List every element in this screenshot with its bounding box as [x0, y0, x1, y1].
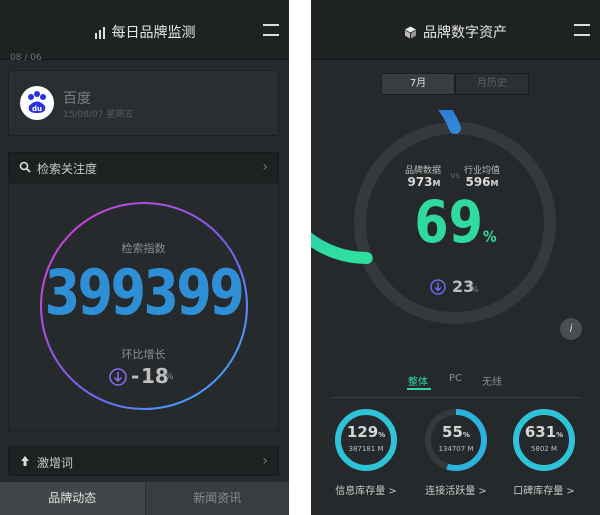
search-attention-section[interactable]: 检索关注度 ›	[8, 152, 279, 182]
growth-readout: - 18 %	[109, 364, 189, 390]
top-bar: 每日品牌监测	[0, 0, 289, 60]
menu-icon[interactable]	[574, 24, 590, 36]
top-bar: 品牌数字资产	[311, 0, 600, 60]
page-title: 每日品牌监测	[0, 22, 289, 42]
mini-caption[interactable]: 信息库存量 >	[321, 482, 411, 497]
industry-avg-value: 596M	[465, 175, 499, 189]
page-title: 品牌数字资产	[311, 22, 600, 42]
divider	[331, 397, 581, 398]
arrow-down-circle-icon	[109, 368, 127, 386]
growth-sign: -	[131, 364, 140, 388]
device-tab-indicator	[407, 388, 431, 390]
mini-sub: 5802 M	[530, 445, 558, 453]
mini-stat[interactable]: 631% 5802 M	[510, 406, 578, 474]
main-pct-unit: %	[482, 227, 497, 246]
bottom-tab-bar: 品牌动态 新闻资讯	[0, 482, 289, 515]
mom-growth-label: 环比增长	[121, 348, 166, 361]
chevron-right-icon: ›	[262, 453, 268, 469]
brand-assets-screen: 品牌数字资产 7月 月历史 品牌数据 973M VS 行业均值 596M 69%…	[311, 0, 600, 515]
brand-monitor-screen: 每日品牌监测 08 / 06 du 百度 15/08/07 星期五 检索关注度 …	[0, 0, 289, 515]
menu-icon[interactable]	[263, 24, 279, 36]
mini-pct: 55%	[442, 423, 470, 441]
brand-card[interactable]: du 百度 15/08/07 星期五	[8, 70, 279, 136]
mini-caption[interactable]: 连接活跃量 >	[411, 482, 501, 497]
search-index-label: 检索指数	[121, 242, 166, 255]
cube-icon	[405, 26, 416, 39]
main-pct-value: 69	[414, 188, 483, 256]
device-tab-pc[interactable]: PC	[449, 373, 462, 384]
chevron-right-icon: ›	[262, 159, 268, 175]
arrow-up-icon	[21, 456, 29, 466]
device-tab-all[interactable]: 整体	[408, 373, 428, 388]
brand-date: 15/08/07 星期五	[63, 107, 133, 120]
search-index-card: 检索指数 399399 环比增长 - 18 %	[8, 183, 279, 431]
mini-pct: 129%	[346, 423, 386, 441]
main-percentage: 69%	[333, 188, 579, 256]
search-attention-label: 检索关注度	[37, 162, 98, 176]
brand-date-value: 15/08/07	[63, 110, 104, 120]
brand-data-value: 973M	[407, 175, 441, 189]
device-tab-mobile[interactable]: 无线	[482, 373, 502, 388]
surge-words-label: 激增词	[37, 456, 74, 470]
baidu-logo: du	[20, 86, 54, 120]
search-index-value: 399399	[44, 256, 245, 329]
logo-text: du	[32, 105, 42, 113]
sub-pct-readout: 23 %	[427, 276, 487, 298]
vs-label: VS	[450, 172, 460, 180]
page-title-text: 品牌数字资产	[423, 25, 507, 41]
page-title-text: 每日品牌监测	[111, 25, 196, 41]
tab-brand-news[interactable]: 品牌动态	[0, 482, 145, 515]
growth-unit: %	[165, 372, 174, 382]
mini-stat[interactable]: 55% 134707 M	[422, 406, 490, 474]
search-icon	[19, 161, 31, 173]
surge-words-section[interactable]: 激增词 ›	[8, 446, 279, 476]
segment-month[interactable]: 7月	[381, 73, 455, 95]
mini-sub: 387181 M	[348, 445, 384, 453]
mini-stat[interactable]: 129% 387181 M	[332, 406, 400, 474]
bar-chart-icon	[94, 27, 105, 39]
segment-history[interactable]: 月历史	[455, 73, 529, 95]
mini-pct: 631%	[524, 423, 564, 441]
date-strip: 08 / 06	[10, 53, 42, 63]
brand-name: 百度	[63, 91, 91, 107]
tab-news-info[interactable]: 新闻资讯	[144, 482, 290, 515]
mini-caption[interactable]: 口碑库存量 >	[499, 482, 589, 497]
brand-weekday: 星期五	[106, 110, 134, 120]
mini-sub: 134707 M	[438, 445, 474, 453]
sub-pct-unit: %	[471, 285, 479, 294]
arrow-down-circle-icon	[430, 279, 446, 295]
info-button[interactable]: i	[560, 318, 582, 340]
